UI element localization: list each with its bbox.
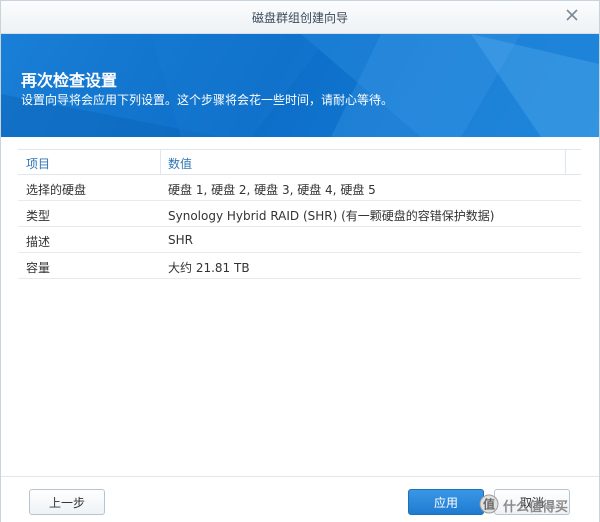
watermark: 值 什么值得买 <box>479 492 597 516</box>
watermark-logo-icon: 值 <box>479 494 499 514</box>
row-value: 硬盘 1, 硬盘 2, 硬盘 3, 硬盘 4, 硬盘 5 <box>168 183 376 197</box>
header-banner: 再次检查设置 设置向导将会应用下列设置。这个步骤将会花一些时间，请耐心等待。 <box>1 34 599 137</box>
row-key: 描述 <box>26 235 51 249</box>
settings-table: 项目 数值 选择的硬盘 硬盘 1, 硬盘 2, 硬盘 3, 硬盘 4, 硬盘 5… <box>18 149 581 279</box>
table-header: 项目 数值 <box>18 149 581 175</box>
title-bar: 磁盘群组创建向导 <box>1 1 599 34</box>
watermark-text: 什么值得买 <box>503 500 569 515</box>
row-value: 大约 21.81 TB <box>168 261 250 275</box>
table-row: 选择的硬盘 硬盘 1, 硬盘 2, 硬盘 3, 硬盘 4, 硬盘 5 <box>18 175 581 201</box>
wizard-window: 磁盘群组创建向导 再次检查设置 设置向导将会应用下列设置。这个步骤将会花一些时间… <box>0 0 600 522</box>
table-row: 类型 Synology Hybrid RAID (SHR) (有一颗硬盘的容错保… <box>18 201 581 227</box>
svg-text:值: 值 <box>483 497 495 512</box>
close-icon[interactable] <box>563 6 581 24</box>
row-key: 容量 <box>26 261 51 275</box>
previous-button[interactable]: 上一步 <box>29 489 105 515</box>
column-header-value[interactable]: 数值 <box>168 155 192 172</box>
window-title: 磁盘群组创建向导 <box>251 11 348 25</box>
table-row: 容量 大约 21.81 TB <box>18 253 581 279</box>
page-subtitle: 设置向导将会应用下列设置。这个步骤将会花一些时间，请耐心等待。 <box>21 93 394 107</box>
apply-button[interactable]: 应用 <box>408 489 484 515</box>
row-value: Synology Hybrid RAID (SHR) (有一颗硬盘的容错保护数据… <box>168 209 495 223</box>
row-key: 选择的硬盘 <box>26 183 87 197</box>
column-divider <box>565 150 566 174</box>
column-header-item[interactable]: 项目 <box>26 155 50 172</box>
row-value: SHR <box>168 233 193 247</box>
table-row: 描述 SHR <box>18 227 581 253</box>
column-divider <box>160 150 161 174</box>
page-heading: 再次检查设置 <box>21 71 118 90</box>
row-key: 类型 <box>26 209 51 223</box>
